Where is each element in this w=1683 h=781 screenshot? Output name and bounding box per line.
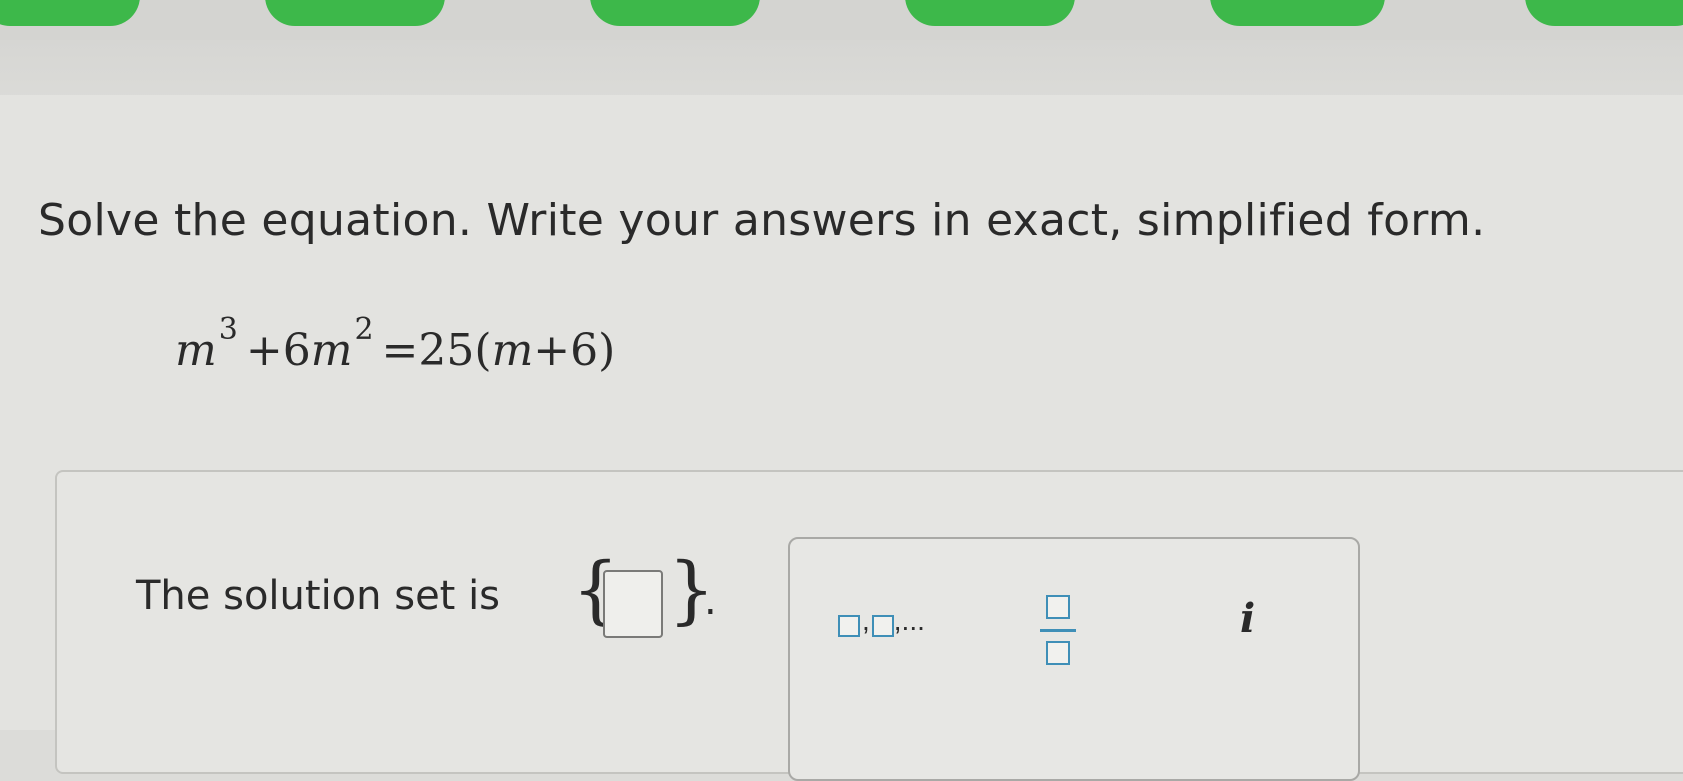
equation-term: =25( [381,325,492,376]
equation: m3 +6m2 =25(m+6) [175,312,616,376]
equation-term: +6) [533,325,616,376]
question-instructions: Solve the equation. Write your answers i… [38,195,1486,246]
math-palette: ,,... i [788,537,1360,781]
equation-term: +6 [245,325,311,376]
list-template-button[interactable]: ,,... [838,605,925,637]
placeholder-box-icon [871,615,894,637]
equation-variable: m [175,325,217,376]
numerator-box-icon [1046,595,1070,619]
equation-variable: m [310,325,353,376]
fraction-bar-icon [1040,629,1076,632]
fraction-template-button[interactable] [1040,595,1076,669]
solution-answer-input[interactable] [603,570,663,638]
nav-tab[interactable] [1210,0,1385,26]
denominator-box-icon [1046,641,1070,665]
nav-tab[interactable] [590,0,760,26]
solution-set-label: The solution set is [136,573,501,619]
equation-variable: m [491,325,534,376]
list-comma: , [862,605,870,636]
nav-tab[interactable] [905,0,1075,26]
nav-tab[interactable] [0,0,140,26]
nav-tab[interactable] [1525,0,1683,26]
equation-exponent: 2 [354,312,374,347]
imaginary-unit-button[interactable]: i [1240,595,1255,642]
equation-exponent: 3 [218,312,238,347]
top-nav-bar [0,0,1683,40]
header-band [0,40,1683,100]
answer-period: . [704,578,717,624]
nav-tab[interactable] [265,0,445,26]
placeholder-box-icon [838,615,860,637]
list-ellipsis: ,... [893,605,925,636]
